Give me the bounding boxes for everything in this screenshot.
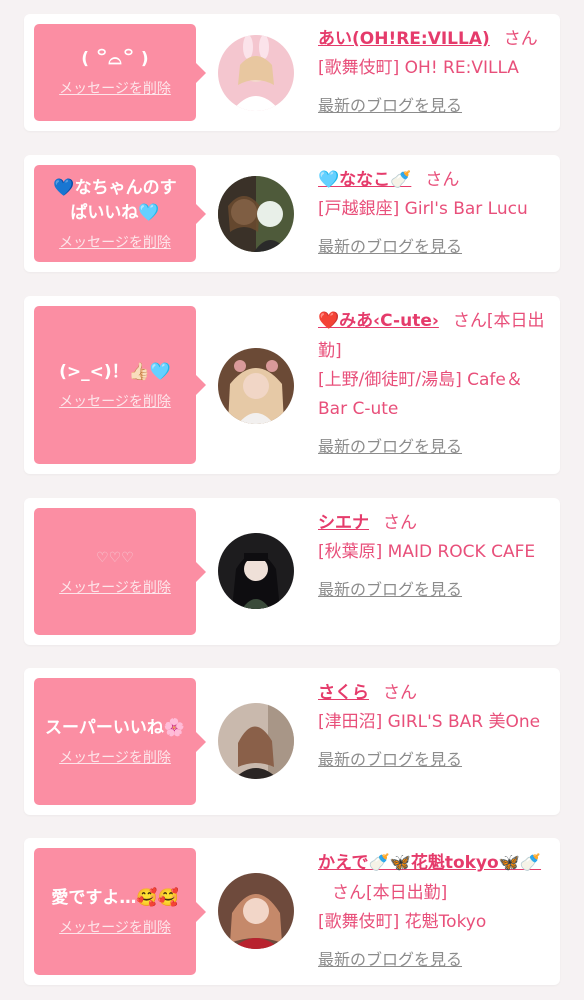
message-text: 💙なちゃんのすぱいいね🩵	[53, 177, 177, 223]
message-card: 愛ですよ…🥰🥰 メッセージを削除 かえで🍼🦋花魁tokyo🦋🍼 さん[本日出勤] …	[24, 838, 560, 985]
cast-name-link[interactable]: かえで🍼🦋花魁tokyo🦋🍼	[318, 853, 541, 873]
message-bubble: スーパーいいね🌸 メッセージを削除	[34, 678, 206, 805]
message-bubble: ( ꒪⌓꒪ ) メッセージを削除	[34, 24, 206, 121]
shop-name: [歌舞伎町] OH! RE:VILLA	[318, 58, 519, 78]
message-text: (>_<)！👍🏻🩵	[59, 361, 171, 382]
avatar-photo	[218, 176, 294, 252]
avatar-photo	[218, 348, 294, 424]
message-bubble: 愛ですよ…🥰🥰 メッセージを削除	[34, 848, 206, 975]
delete-message-link[interactable]: メッセージを削除	[59, 78, 171, 98]
honorific: さん	[503, 29, 538, 49]
name-line: ❤️みあ‹C-ute› さん[本日出勤]	[318, 306, 550, 366]
avatar-photo	[218, 533, 294, 609]
avatar[interactable]	[218, 873, 294, 949]
name-line: かえで🍼🦋花魁tokyo🦋🍼 さん[本日出勤]	[318, 848, 550, 908]
avatar[interactable]	[218, 533, 294, 609]
delete-message-link[interactable]: メッセージを削除	[59, 577, 171, 597]
delete-message-link[interactable]: メッセージを削除	[59, 917, 171, 937]
avatar[interactable]	[218, 176, 294, 252]
latest-blog-link[interactable]: 最新のブログを見る	[318, 576, 462, 600]
shop-name: [秋葉原] MAID ROCK CAFE	[318, 542, 536, 562]
name-line: あい(OH!RE:VILLA) さん	[318, 24, 550, 54]
message-text: スーパーいいね🌸	[45, 718, 185, 738]
latest-blog-link[interactable]: 最新のブログを見る	[318, 746, 462, 770]
latest-blog-link[interactable]: 最新のブログを見る	[318, 92, 462, 116]
message-bubble: 💙なちゃんのすぱいいね🩵 メッセージを削除	[34, 165, 206, 262]
name-line: 🩵ななこ🍼 さん	[318, 165, 550, 195]
message-text: 愛ですよ…🥰🥰	[51, 888, 179, 908]
message-bubble: ♡♡♡ メッセージを削除	[34, 508, 206, 635]
honorific: さん	[383, 513, 417, 533]
avatar-photo	[218, 703, 294, 779]
cast-info: ❤️みあ‹C-ute› さん[本日出勤] [上野/御徒町/湯島] Cafe＆Bar…	[318, 306, 550, 457]
delete-message-link[interactable]: メッセージを削除	[59, 232, 171, 252]
message-card: スーパーいいね🌸 メッセージを削除 さくら さん [津田沼] GIRL'S BAR…	[24, 668, 560, 815]
honorific: さん[本日出勤]	[332, 883, 448, 903]
latest-blog-link[interactable]: 最新のブログを見る	[318, 433, 462, 457]
cast-info: さくら さん [津田沼] GIRL'S BAR 美One 最新のブログを見る	[318, 678, 550, 770]
message-text: ( ꒪⌓꒪ )	[81, 49, 149, 69]
shop-name: [戸越銀座] Girl's Bar Lucu	[318, 199, 528, 219]
latest-blog-link[interactable]: 最新のブログを見る	[318, 233, 462, 257]
name-line: シエナ さん	[318, 508, 550, 538]
message-card: ♡♡♡ メッセージを削除 シエナ さん [秋葉原] MAID ROCK CAFE …	[24, 498, 560, 645]
cast-info: かえで🍼🦋花魁tokyo🦋🍼 さん[本日出勤] [歌舞伎町] 花魁Tokyo 最新…	[318, 848, 550, 970]
avatar[interactable]	[218, 348, 294, 424]
latest-blog-link[interactable]: 最新のブログを見る	[318, 946, 462, 970]
cast-info: あい(OH!RE:VILLA) さん [歌舞伎町] OH! RE:VILLA 最新…	[318, 24, 550, 116]
shop-name: [上野/御徒町/湯島] Cafe＆Bar C-ute	[318, 370, 523, 419]
cast-name-link[interactable]: 🩵ななこ🍼	[318, 170, 411, 190]
cast-info: 🩵ななこ🍼 さん [戸越銀座] Girl's Bar Lucu 最新のブログを見る	[318, 165, 550, 257]
cast-name-link[interactable]: さくら	[318, 683, 369, 703]
avatar-photo	[218, 35, 294, 111]
cast-name-link[interactable]: あい(OH!RE:VILLA)	[318, 29, 490, 49]
cast-name-link[interactable]: シエナ	[318, 513, 369, 533]
avatar[interactable]	[218, 703, 294, 779]
avatar-photo	[218, 873, 294, 949]
delete-message-link[interactable]: メッセージを削除	[59, 391, 171, 411]
cast-name-link[interactable]: ❤️みあ‹C-ute›	[318, 311, 439, 331]
message-card: ( ꒪⌓꒪ ) メッセージを削除 あい(OH!RE:VILLA) さん [歌舞伎町…	[24, 14, 560, 131]
name-line: さくら さん	[318, 678, 550, 708]
cast-info: シエナ さん [秋葉原] MAID ROCK CAFE 最新のブログを見る	[318, 508, 550, 600]
shop-name: [歌舞伎町] 花魁Tokyo	[318, 912, 487, 932]
honorific: さん	[383, 683, 417, 703]
message-card: (>_<)！👍🏻🩵 メッセージを削除 ❤️みあ‹C-ute› さん[本日出勤] […	[24, 296, 560, 474]
avatar[interactable]	[218, 35, 294, 111]
message-card: 💙なちゃんのすぱいいね🩵 メッセージを削除 🩵ななこ🍼 さん [戸越銀座] Gir…	[24, 155, 560, 272]
honorific: さん	[425, 170, 460, 190]
message-text: ♡♡♡	[96, 550, 134, 566]
delete-message-link[interactable]: メッセージを削除	[59, 747, 171, 767]
shop-name: [津田沼] GIRL'S BAR 美One	[318, 712, 541, 732]
message-bubble: (>_<)！👍🏻🩵 メッセージを削除	[34, 306, 206, 464]
